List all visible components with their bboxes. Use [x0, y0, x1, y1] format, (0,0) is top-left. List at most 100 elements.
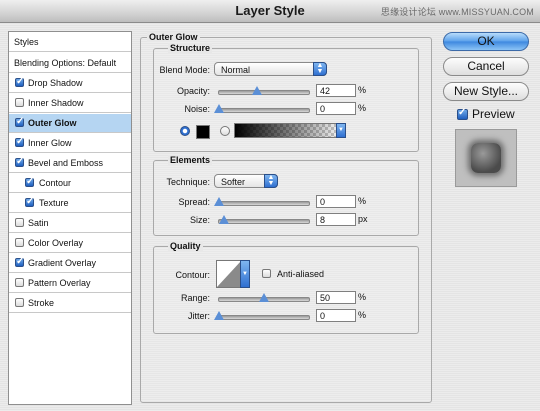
structure-title: Structure: [168, 43, 213, 53]
contour-picker[interactable]: ▼: [216, 260, 250, 288]
sidebar-item-label: Pattern Overlay: [28, 278, 91, 288]
bevel-emboss-checkbox[interactable]: [15, 156, 24, 167]
blend-mode-label: Blend Mode:: [159, 65, 210, 75]
technique-value: Softer: [221, 177, 246, 187]
ok-button[interactable]: OK: [443, 32, 529, 51]
sidebar-item-label: Inner Shadow: [28, 98, 84, 108]
noise-unit: %: [358, 103, 367, 113]
satin-checkbox[interactable]: [15, 218, 24, 227]
size-label: Size:: [189, 215, 210, 225]
sidebar-item-label: Satin: [28, 218, 49, 228]
sidebar-item-inner-glow[interactable]: Inner Glow: [9, 134, 131, 153]
styles-header-label: Styles: [14, 37, 39, 47]
jitter-field[interactable]: 0: [316, 309, 356, 322]
anti-aliased-label: Anti-aliased: [277, 269, 325, 279]
sidebar-item-contour[interactable]: Contour: [9, 174, 131, 193]
slider-thumb-icon[interactable]: [214, 311, 224, 320]
size-slider[interactable]: [218, 215, 310, 224]
opacity-label: Opacity:: [176, 86, 210, 96]
texture-checkbox[interactable]: [25, 196, 34, 207]
sidebar-item-texture[interactable]: Texture: [9, 194, 131, 213]
blending-options-label: Blending Options: Default: [14, 58, 117, 68]
quality-title: Quality: [168, 241, 203, 251]
jitter-label: Jitter:: [187, 311, 210, 321]
blend-mode-select[interactable]: Normal ▲ ▼: [214, 62, 327, 76]
sidebar-item-label: Color Overlay: [28, 238, 84, 248]
preview-label: Preview: [472, 107, 515, 121]
outer-glow-checkbox[interactable]: [15, 116, 24, 127]
slider-thumb-icon[interactable]: [214, 104, 224, 113]
sidebar-item-bevel-emboss[interactable]: Bevel and Emboss: [9, 154, 131, 173]
noise-label: Noise:: [184, 104, 210, 114]
sidebar-item-satin[interactable]: Satin: [9, 214, 131, 233]
pattern-overlay-checkbox[interactable]: [15, 278, 24, 287]
size-unit: px: [358, 214, 368, 224]
inner-shadow-checkbox[interactable]: [15, 98, 24, 107]
updown-arrows-icon: ▲ ▼: [313, 62, 327, 76]
anti-aliased-checkbox[interactable]: [262, 269, 271, 278]
sidebar-item-pattern-overlay[interactable]: Pattern Overlay: [9, 274, 131, 293]
watermark: 思缘设计论坛 www.MISSYUAN.COM: [380, 7, 534, 17]
opacity-field[interactable]: 42: [316, 84, 356, 97]
sidebar-item-stroke[interactable]: Stroke: [9, 294, 131, 313]
slider-thumb-icon[interactable]: [251, 86, 262, 95]
jitter-slider[interactable]: [214, 311, 310, 320]
layer-style-dialog: Layer Style 思缘设计论坛 www.MISSYUAN.COM Styl…: [0, 0, 540, 411]
solid-color-radio[interactable]: [180, 126, 190, 136]
inner-glow-checkbox[interactable]: [15, 136, 24, 147]
gradient-picker[interactable]: ▼: [234, 123, 346, 138]
sidebar-item-color-overlay[interactable]: Color Overlay: [9, 234, 131, 253]
styles-header[interactable]: Styles: [9, 32, 131, 52]
range-slider[interactable]: [218, 293, 310, 302]
blend-mode-value: Normal: [221, 65, 251, 75]
new-style-button[interactable]: New Style...: [443, 82, 529, 101]
drop-shadow-checkbox[interactable]: [15, 76, 24, 87]
color-overlay-checkbox[interactable]: [15, 238, 24, 247]
sidebar-item-label: Outer Glow: [28, 118, 77, 128]
title-bar[interactable]: Layer Style 思缘设计论坛 www.MISSYUAN.COM: [0, 0, 540, 23]
gradient-radio[interactable]: [220, 126, 230, 136]
spread-slider[interactable]: [214, 197, 310, 206]
blending-options-item[interactable]: Blending Options: Default: [9, 54, 131, 73]
styles-list: Styles Blending Options: Default Drop Sh…: [8, 31, 132, 405]
sidebar-item-label: Bevel and Emboss: [28, 158, 104, 168]
sidebar-item-label: Contour: [39, 178, 72, 188]
spread-unit: %: [358, 196, 367, 206]
updown-arrows-icon: ▲ ▼: [264, 174, 278, 188]
technique-select[interactable]: Softer ▲ ▼: [214, 174, 278, 188]
dropdown-arrow-icon: ▼: [240, 260, 250, 288]
stroke-checkbox[interactable]: [15, 298, 24, 307]
range-field[interactable]: 50: [316, 291, 356, 304]
preview-shape: [471, 143, 501, 173]
contour-label: Contour:: [175, 270, 210, 280]
noise-slider[interactable]: [214, 104, 310, 113]
gradient-overlay-checkbox[interactable]: [15, 256, 24, 267]
sidebar-item-inner-shadow[interactable]: Inner Shadow: [9, 94, 131, 113]
sidebar-item-gradient-overlay[interactable]: Gradient Overlay: [9, 254, 131, 273]
technique-label: Technique:: [166, 177, 210, 187]
spread-field[interactable]: 0: [316, 195, 356, 208]
sidebar-item-label: Inner Glow: [28, 138, 72, 148]
jitter-unit: %: [358, 310, 367, 320]
dropdown-arrow-icon: ▼: [336, 123, 346, 138]
cancel-button[interactable]: Cancel: [443, 57, 529, 76]
noise-field[interactable]: 0: [316, 102, 356, 115]
slider-thumb-icon[interactable]: [219, 215, 230, 224]
slider-thumb-icon[interactable]: [214, 197, 224, 206]
contour-curve-icon: [217, 261, 241, 287]
opacity-unit: %: [358, 85, 367, 95]
range-unit: %: [358, 292, 367, 302]
slider-thumb-icon[interactable]: [259, 293, 269, 302]
elements-title: Elements: [168, 155, 213, 165]
range-label: Range:: [180, 293, 210, 303]
glow-color-swatch[interactable]: [196, 125, 210, 139]
sidebar-item-drop-shadow[interactable]: Drop Shadow: [9, 74, 131, 93]
size-field[interactable]: 8: [316, 213, 356, 226]
sidebar-item-outer-glow[interactable]: Outer Glow: [9, 114, 131, 133]
preview-checkbox[interactable]: [457, 107, 468, 120]
sidebar-item-label: Drop Shadow: [28, 78, 83, 88]
spread-label: Spread:: [178, 197, 210, 207]
opacity-slider[interactable]: [218, 86, 310, 95]
contour-checkbox[interactable]: [25, 176, 34, 187]
preview-thumbnail: [455, 129, 517, 187]
